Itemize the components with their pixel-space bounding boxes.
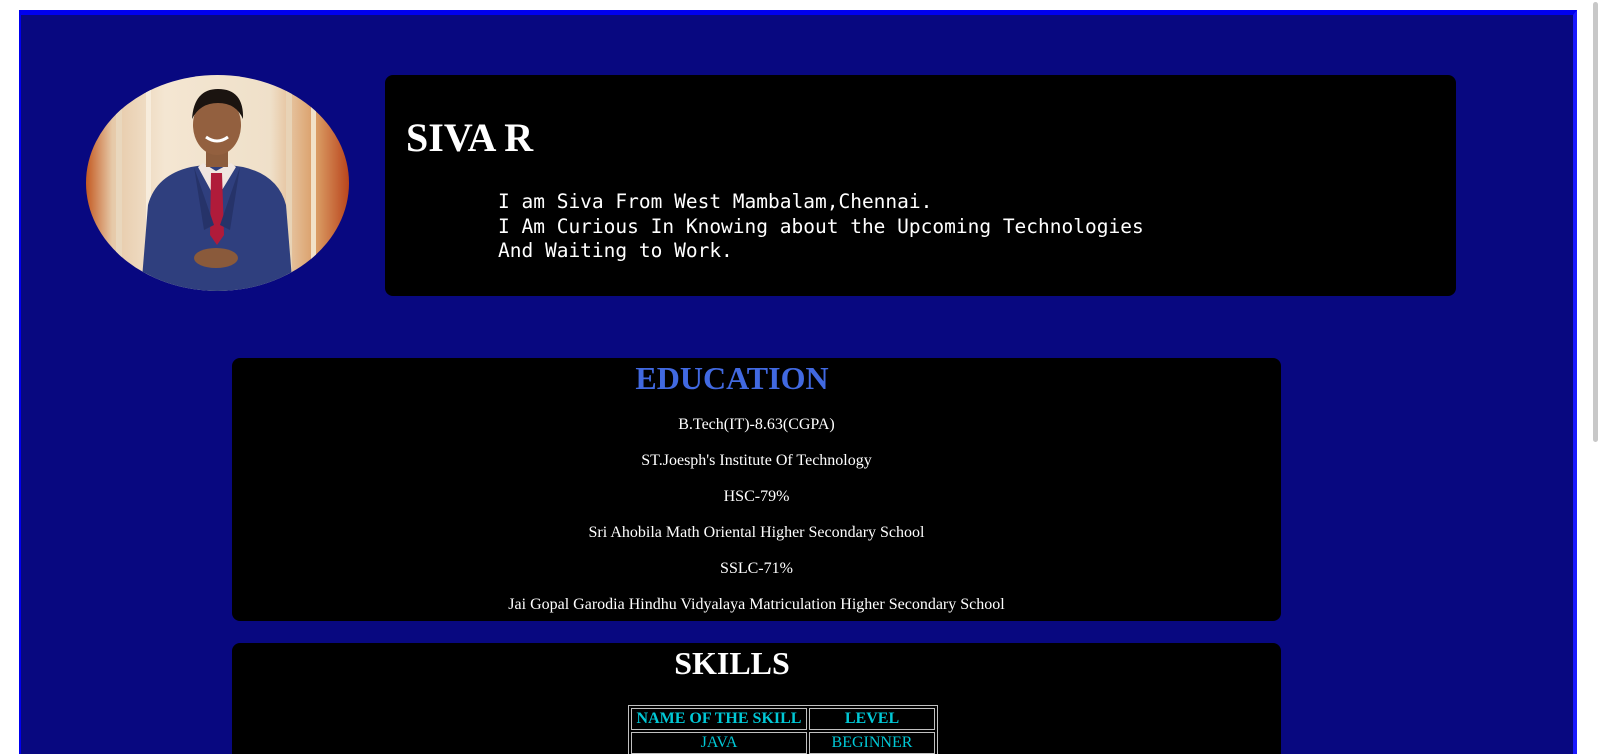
page-frame: SIVA R I am Siva From West Mambalam,Chen… bbox=[19, 10, 1577, 754]
vertical-scrollbar[interactable] bbox=[1590, 0, 1600, 754]
intro-line: And Waiting to Work. bbox=[498, 239, 733, 262]
person-photo-icon bbox=[116, 75, 316, 291]
skill-level-cell: BEGINNER bbox=[809, 732, 935, 754]
column-header-level: LEVEL bbox=[809, 708, 935, 730]
intro-line: I am Siva From West Mambalam,Chennai. bbox=[498, 190, 933, 213]
skill-name-cell: JAVA bbox=[631, 732, 807, 754]
skills-heading: SKILLS bbox=[674, 645, 790, 681]
education-entry: ST.Joesph's Institute Of Technology bbox=[641, 452, 872, 469]
scrollbar-thumb[interactable] bbox=[1593, 2, 1598, 442]
education-entry: HSC-79% bbox=[723, 488, 790, 505]
education-entry: SSLC-71% bbox=[720, 560, 793, 577]
education-section: EDUCATION B.Tech(IT)-8.63(CGPA) ST.Joesp… bbox=[232, 358, 1281, 621]
skills-section: SKILLS NAME OF THE SKILL LEVEL JAVA BEGI… bbox=[232, 643, 1281, 754]
intro-text: I am Siva From West Mambalam,Chennai. I … bbox=[498, 190, 1144, 264]
skills-table: NAME OF THE SKILL LEVEL JAVA BEGINNER bbox=[628, 705, 938, 754]
education-entry: Sri Ahobila Math Oriental Higher Seconda… bbox=[588, 524, 925, 541]
education-entry: B.Tech(IT)-8.63(CGPA) bbox=[678, 416, 835, 433]
education-entry: Jai Gopal Garodia Hindhu Vidyalaya Matri… bbox=[508, 596, 1005, 613]
intro-line: I Am Curious In Knowing about the Upcomi… bbox=[498, 214, 1144, 238]
column-header-skill: NAME OF THE SKILL bbox=[631, 708, 807, 730]
table-header-row: NAME OF THE SKILL LEVEL bbox=[631, 708, 935, 730]
profile-name: SIVA R bbox=[406, 115, 534, 160]
education-heading: EDUCATION bbox=[635, 360, 829, 396]
intro-card: SIVA R I am Siva From West Mambalam,Chen… bbox=[385, 75, 1456, 296]
table-row: JAVA BEGINNER bbox=[631, 732, 935, 754]
profile-photo bbox=[86, 75, 349, 291]
